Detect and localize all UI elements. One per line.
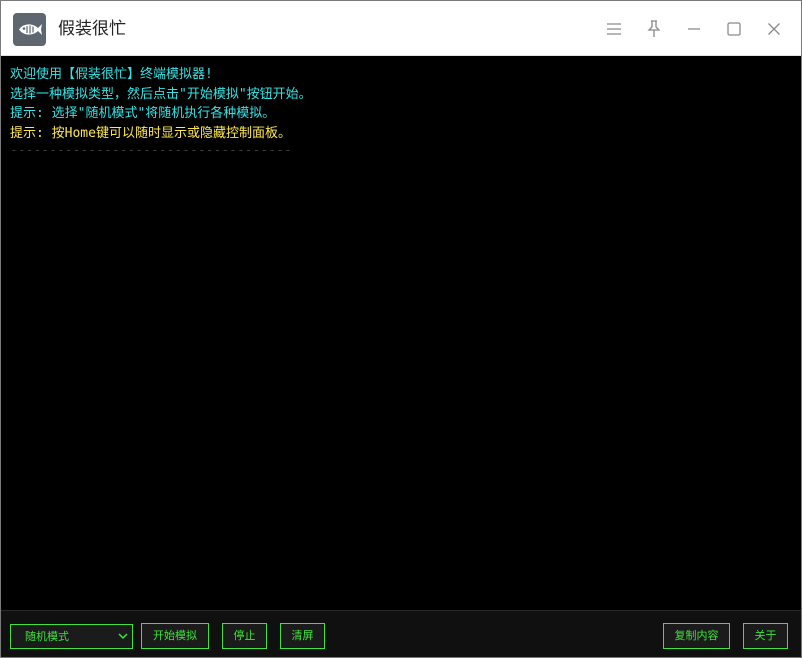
close-icon (768, 23, 780, 35)
terminal-output[interactable]: 欢迎使用【假装很忙】终端模拟器! 选择一种模拟类型，然后点击"开始模拟"按钮开始… (1, 57, 801, 610)
app-title: 假装很忙 (58, 19, 126, 39)
mode-select[interactable]: 随机模式 (10, 624, 133, 649)
menu-button[interactable] (600, 15, 628, 43)
title-bar[interactable]: 假装很忙 (1, 1, 801, 56)
chevron-down-icon (118, 633, 128, 640)
menu-icon (607, 23, 621, 35)
clear-screen-button[interactable]: 清屏 (280, 623, 325, 649)
maximize-button[interactable] (720, 15, 748, 43)
fish-icon (13, 13, 46, 46)
app-window: 假装很忙 欢迎使用【假装很忙】终端模拟器! 选择一种模拟类型，然后点击"开始模拟… (0, 0, 802, 658)
start-simulation-button[interactable]: 开始模拟 (141, 623, 209, 649)
pin-button[interactable] (640, 15, 668, 43)
terminal-line-tip-random: 提示: 选择"随机模式"将随机执行各种模拟。 (10, 106, 276, 121)
stop-button[interactable]: 停止 (222, 623, 267, 649)
close-button[interactable] (760, 15, 788, 43)
maximize-icon (727, 22, 741, 36)
copy-content-button[interactable]: 复制内容 (663, 623, 730, 649)
terminal-line-instruction: 选择一种模拟类型，然后点击"开始模拟"按钮开始。 (10, 86, 312, 102)
terminal-separator: ------------------------------------ (10, 143, 292, 158)
about-button[interactable]: 关于 (743, 623, 788, 649)
minimize-icon (688, 28, 700, 30)
pin-icon (647, 20, 661, 37)
terminal-line-welcome: 欢迎使用【假装很忙】终端模拟器! (10, 67, 213, 82)
minimize-button[interactable] (680, 15, 708, 43)
control-panel: 随机模式 开始模拟 停止 清屏 复制内容 关于 (1, 610, 801, 657)
mode-select-value: 随机模式 (25, 630, 69, 643)
